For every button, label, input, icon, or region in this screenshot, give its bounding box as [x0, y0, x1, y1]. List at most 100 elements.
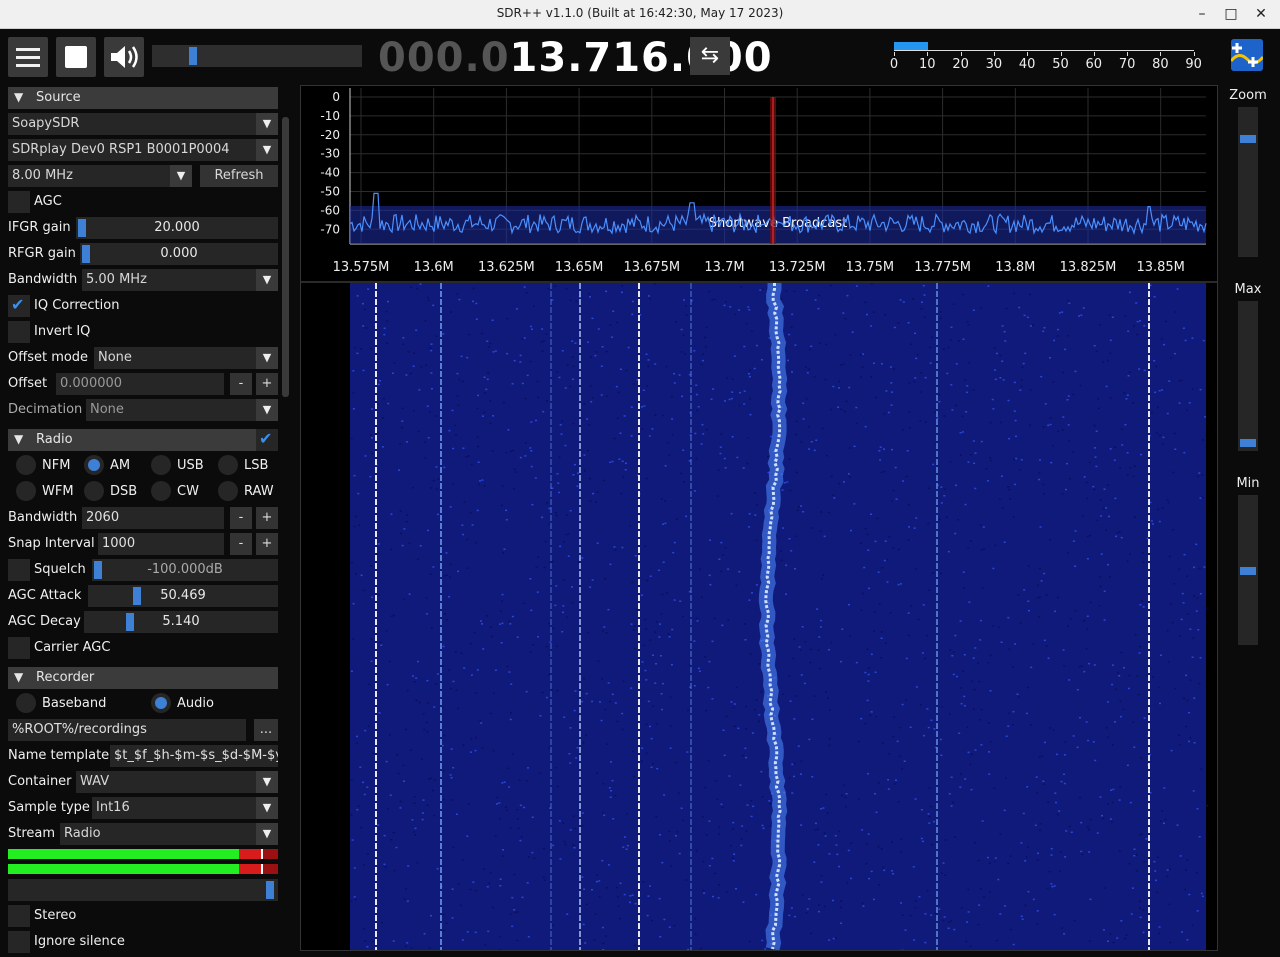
- waterfall-noise: [840, 922, 843, 924]
- maximize-button[interactable]: □: [1221, 4, 1241, 24]
- waterfall-noise: [1205, 607, 1207, 609]
- max-slider[interactable]: [1238, 301, 1258, 451]
- waterfall-noise: [1117, 672, 1120, 674]
- minimize-button[interactable]: –: [1192, 4, 1212, 24]
- samplerate-select[interactable]: 8.00 MHz ▼: [8, 165, 192, 187]
- play-stop-button[interactable]: [56, 37, 96, 77]
- offset-decrement-button[interactable]: -: [230, 373, 252, 395]
- radio-header[interactable]: ▼ Radio: [8, 429, 278, 451]
- source-type-select[interactable]: SoapySDR ▼: [8, 113, 278, 135]
- waterfall-noise: [595, 501, 597, 503]
- waterfall-noise: [413, 352, 416, 354]
- stream-select[interactable]: Radio ▼: [60, 823, 278, 845]
- sdrpp-logo[interactable]: [1231, 39, 1263, 71]
- waterfall-noise: [663, 794, 666, 796]
- mode-radio-usb[interactable]: [151, 455, 171, 475]
- audio-radio[interactable]: [151, 693, 171, 713]
- side-menu-scrollbar[interactable]: [282, 117, 289, 397]
- mode-radio-raw[interactable]: [218, 481, 238, 501]
- waterfall-noise: [643, 405, 646, 407]
- frequency-digits[interactable]: 13.716.000: [510, 35, 773, 81]
- waterfall-noise: [761, 796, 764, 798]
- agc-checkbox[interactable]: [8, 191, 30, 213]
- decimation-select[interactable]: None ▼: [86, 399, 278, 421]
- invert-iq-checkbox[interactable]: [8, 321, 30, 343]
- rfgr-slider[interactable]: 0.000: [80, 243, 278, 265]
- waterfall-noise: [530, 450, 533, 452]
- waterfall-noise: [659, 623, 661, 625]
- waterfall-noise: [877, 571, 880, 573]
- waterfall-noise: [1129, 553, 1132, 555]
- radio-enable-checkbox[interactable]: [256, 429, 278, 451]
- waterfall-noise: [1009, 928, 1012, 931]
- slider-grab[interactable]: [1240, 135, 1256, 143]
- source-header[interactable]: ▼ Source: [8, 87, 278, 109]
- container-select[interactable]: WAV ▼: [76, 771, 278, 793]
- sample-type-select[interactable]: Int16 ▼: [92, 797, 278, 819]
- waterfall-noise: [1012, 458, 1015, 461]
- waterfall-noise: [819, 530, 822, 533]
- waterfall-noise: [867, 673, 870, 676]
- iq-correction-checkbox[interactable]: [8, 295, 30, 317]
- tuning-mode-button[interactable]: ⇆: [690, 37, 730, 75]
- volume-slider[interactable]: [152, 45, 362, 67]
- waterfall-noise: [1182, 327, 1185, 329]
- close-button[interactable]: ✕: [1251, 4, 1271, 24]
- slider-grab[interactable]: [1240, 439, 1256, 447]
- recorder-volume-slider[interactable]: [8, 879, 278, 901]
- agc-decay-slider[interactable]: 5.140: [84, 611, 278, 633]
- mode-radio-cw[interactable]: [151, 481, 171, 501]
- waterfall-noise: [1133, 848, 1136, 850]
- stereo-checkbox[interactable]: [8, 905, 30, 927]
- carrier-agc-checkbox[interactable]: [8, 637, 30, 659]
- waterfall-noise: [1201, 496, 1204, 499]
- ifgr-slider[interactable]: 20.000: [76, 217, 278, 239]
- waterfall-noise: [899, 851, 902, 853]
- recorder-header[interactable]: ▼ Recorder: [8, 667, 278, 689]
- ignore-silence-checkbox[interactable]: [8, 931, 30, 953]
- browse-button[interactable]: ...: [254, 719, 278, 741]
- bandwidth-increment-button[interactable]: +: [256, 507, 278, 529]
- refresh-button[interactable]: Refresh: [200, 165, 278, 187]
- snap-decrement-button[interactable]: -: [230, 533, 252, 555]
- waterfall-noise: [613, 546, 616, 548]
- recording-path-input[interactable]: %ROOT%/recordings: [8, 719, 246, 741]
- baseband-radio[interactable]: [16, 693, 36, 713]
- mode-radio-nfm[interactable]: [16, 455, 36, 475]
- device-select[interactable]: SDRplay Dev0 RSP1 B0001P0004 ▼: [8, 139, 278, 161]
- snap-interval-input[interactable]: 1000: [98, 533, 224, 555]
- offset-increment-button[interactable]: +: [256, 373, 278, 395]
- min-slider[interactable]: [1238, 495, 1258, 645]
- mode-radio-am[interactable]: [84, 455, 104, 475]
- volume-slider-grab[interactable]: [189, 47, 197, 65]
- slider-grab[interactable]: [1240, 567, 1256, 575]
- waterfall-noise: [804, 641, 807, 643]
- offset-mode-select[interactable]: None ▼: [94, 347, 278, 369]
- mode-radio-dsb[interactable]: [84, 481, 104, 501]
- waterfall-noise: [392, 940, 395, 942]
- slider-grab[interactable]: [266, 881, 274, 899]
- zoom-slider[interactable]: [1238, 107, 1258, 257]
- waterfall-noise: [1141, 833, 1143, 835]
- squelch-checkbox[interactable]: [8, 559, 30, 581]
- fft-plot[interactable]: 0-10-20-30-40-50-60-7013.575M 13.6M 13.625…: [301, 86, 1217, 952]
- waterfall-noise: [953, 836, 956, 838]
- frequency-leading-digits[interactable]: 000.0: [378, 35, 510, 81]
- agc-attack-slider[interactable]: 50.469: [88, 585, 278, 607]
- name-template-input[interactable]: $t_$f_$h-$m-$s_$d-$M-$y: [110, 745, 278, 767]
- source-bandwidth-select[interactable]: 5.00 MHz ▼: [82, 269, 278, 291]
- waterfall-noise: [808, 898, 811, 900]
- bandwidth-decrement-button[interactable]: -: [230, 507, 252, 529]
- squelch-slider[interactable]: -100.000dB: [92, 559, 278, 581]
- mode-radio-lsb[interactable]: [218, 455, 238, 475]
- offset-input[interactable]: 0.000000: [56, 373, 224, 395]
- menu-icon[interactable]: [8, 37, 48, 77]
- mode-radio-wfm[interactable]: [16, 481, 36, 501]
- waterfall-noise: [879, 459, 882, 461]
- volume-button[interactable]: [104, 37, 144, 77]
- snap-increment-button[interactable]: +: [256, 533, 278, 555]
- waterfall-noise: [600, 365, 603, 367]
- waterfall-noise: [700, 363, 703, 365]
- fft-waterfall-view[interactable]: 0 -10 -20 -30 -40 -50 -60 -70 13.575M 13.6M 13.625…: [300, 85, 1218, 952]
- radio-bandwidth-input[interactable]: 2060: [82, 507, 224, 529]
